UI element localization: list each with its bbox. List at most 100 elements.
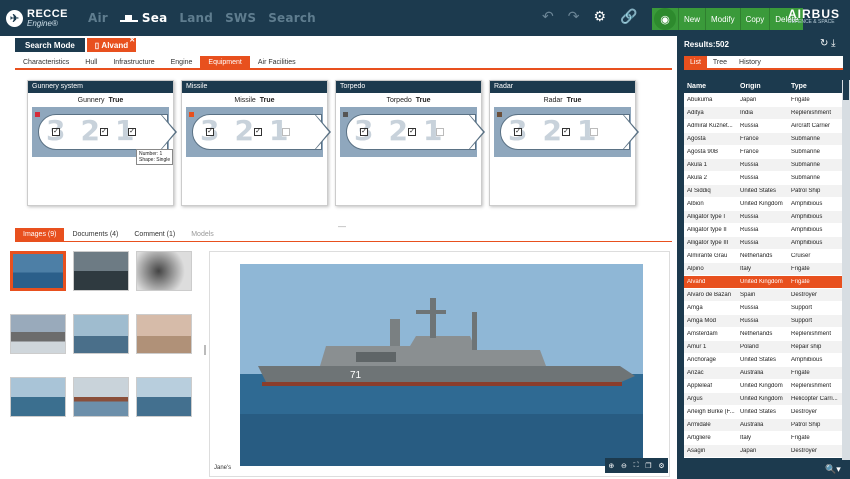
table-row[interactable]: Amga Russia Support (684, 302, 843, 315)
table-row[interactable]: Almirante Grau Netherlands Cruiser (684, 250, 843, 263)
tab-images[interactable]: Images (9) (15, 228, 65, 241)
table-row[interactable]: Amga Mod Russia Support (684, 315, 843, 328)
position-checkbox[interactable]: ✓ (100, 128, 108, 136)
thumbnail-6[interactable] (136, 314, 192, 354)
thumbnail-2[interactable] (73, 251, 129, 291)
table-row[interactable]: Alvaro de Bazan Spain Destroyer (684, 289, 843, 302)
position-checkbox[interactable]: ✓ (254, 128, 262, 136)
card-status: Gunnery True (28, 93, 173, 107)
tab-history[interactable]: History (733, 56, 767, 68)
column-name[interactable]: Name (684, 83, 737, 90)
tab-list[interactable]: List (684, 56, 707, 68)
close-icon[interactable]: ✕ (129, 36, 135, 44)
table-row[interactable]: Agosta France Submarine (684, 133, 843, 146)
tab-comment[interactable]: Comment (1) (126, 228, 183, 241)
nav-sea[interactable]: Sea (119, 11, 167, 25)
table-row[interactable]: Anchorage United States Amphibious (684, 354, 843, 367)
tab-equipment[interactable]: Equipment (200, 56, 250, 68)
nav-air[interactable]: Air (88, 11, 108, 25)
refresh-icon[interactable]: ↻ (820, 38, 828, 49)
cell-type: Patrol Ship (791, 422, 821, 428)
nav-search[interactable]: Search (268, 11, 316, 25)
thumbnail-1[interactable] (10, 251, 66, 291)
gear-icon[interactable]: ⚙ (593, 8, 606, 25)
table-row[interactable]: Argus United Kingdom Helicopter Carri... (684, 393, 843, 406)
zoom-in-icon[interactable]: ⊕ (608, 462, 614, 470)
splitter-handle[interactable] (204, 345, 206, 355)
position-number: 2 (80, 114, 100, 147)
fullscreen-icon[interactable]: ⛶ (634, 462, 639, 470)
zoom-out-icon[interactable]: ⊖ (621, 462, 627, 470)
link-icon[interactable]: 🔗 (620, 8, 637, 25)
table-row[interactable]: Aditya India Replenishment (684, 107, 843, 120)
table-row[interactable]: Amur 1 Poland Repair ship (684, 341, 843, 354)
tab-documents[interactable]: Documents (4) (64, 228, 126, 241)
copy-icon[interactable]: ❐ (645, 462, 651, 470)
table-row[interactable]: Akula 1 Russia Submarine (684, 159, 843, 172)
search-icon[interactable]: 🔍▾ (825, 464, 841, 475)
redo-icon[interactable]: ↷ (568, 8, 580, 25)
position-checkbox[interactable] (436, 128, 444, 136)
modify-button[interactable]: Modify (705, 8, 740, 30)
position-checkbox[interactable]: ✓ (562, 128, 570, 136)
ship-tab[interactable]: ▯ Alvand ✕ (86, 36, 137, 52)
tab-models[interactable]: Models (183, 228, 222, 241)
action-toolbar: ◉ New Modify Copy Delete (652, 8, 804, 30)
table-row[interactable]: Asagiri Japan Destroyer (684, 445, 843, 458)
column-origin[interactable]: Origin (737, 83, 788, 90)
tab-characteristics[interactable]: Characteristics (15, 56, 77, 68)
tab-hull[interactable]: Hull (77, 56, 105, 68)
table-row[interactable]: Alpino Italy Frigate (684, 263, 843, 276)
nav-land[interactable]: Land (179, 11, 213, 25)
position-checkbox[interactable] (590, 128, 598, 136)
table-row[interactable]: Agosta 90B France Submarine (684, 146, 843, 159)
table-row[interactable]: Appleleaf United Kingdom Replenishment (684, 380, 843, 393)
download-icon[interactable]: ⤓ (831, 38, 835, 49)
thumbnail-7[interactable] (10, 377, 66, 417)
table-row[interactable]: Al Siddiq United States Patrol Ship (684, 185, 843, 198)
table-row[interactable]: Arleigh Burke (F... United States Destroye… (684, 406, 843, 419)
tab-tree[interactable]: Tree (707, 56, 733, 68)
tab-air-facilities[interactable]: Air Facilities (250, 56, 304, 68)
thumbnail-4[interactable] (10, 314, 66, 354)
undo-icon[interactable]: ↶ (542, 8, 554, 25)
results-scrollbar[interactable] (842, 80, 850, 460)
table-row[interactable]: Akula 2 Russia Submarine (684, 172, 843, 185)
thumbnail-9[interactable] (136, 377, 192, 417)
cell-type: Destroyer (791, 409, 818, 415)
table-row[interactable]: Alligator type I Russia Amphibious (684, 211, 843, 224)
position-checkbox[interactable] (282, 128, 290, 136)
thumbnail-5[interactable] (73, 314, 129, 354)
search-mode-button[interactable]: Search Mode (15, 38, 85, 52)
column-type[interactable]: Type (788, 83, 843, 90)
position-checkbox[interactable]: ✓ (514, 128, 522, 136)
position-checkbox[interactable]: ✓ (128, 128, 136, 136)
position-checkbox[interactable]: ✓ (360, 128, 368, 136)
tab-infrastructure[interactable]: Infrastructure (105, 56, 162, 68)
new-button[interactable]: New (678, 8, 705, 30)
cell-origin: Poland (740, 344, 759, 350)
position-checkbox[interactable]: ✓ (52, 128, 60, 136)
tab-engine[interactable]: Engine (163, 56, 201, 68)
table-row[interactable]: Admiral Kuznet... Russia Aircraft Carrier (684, 120, 843, 133)
cell-name: Amsterdam (687, 331, 718, 337)
table-row[interactable]: Anzac Australia Frigate (684, 367, 843, 380)
thumbnail-3[interactable] (136, 251, 192, 291)
nav-sws[interactable]: SWS (225, 11, 256, 25)
position-checkbox[interactable]: ✓ (408, 128, 416, 136)
table-row[interactable]: Abukuma Japan Frigate (684, 94, 843, 107)
table-row[interactable]: Amsterdam Netherlands Replenishment (684, 328, 843, 341)
copy-button[interactable]: Copy (739, 8, 770, 30)
table-row[interactable]: Alligator type III Russia Amphibious (684, 237, 843, 250)
table-row[interactable]: Armidale Australia Patrol Ship (684, 419, 843, 432)
position-checkbox[interactable]: ✓ (206, 128, 214, 136)
table-row[interactable]: Alvand United Kingdom Frigate (684, 276, 843, 289)
cell-origin: Japan (740, 97, 757, 103)
results-scroll-thumb[interactable] (843, 80, 849, 100)
table-row[interactable]: Artigliere Italy Frigate (684, 432, 843, 445)
table-row[interactable]: Alligator type II Russia Amphibious (684, 224, 843, 237)
thumbnail-8[interactable] (73, 377, 129, 417)
settings-icon[interactable]: ⚙ (658, 462, 664, 470)
cell-origin: Netherlands (740, 331, 773, 337)
table-row[interactable]: Albion United Kingdom Amphibious (684, 198, 843, 211)
